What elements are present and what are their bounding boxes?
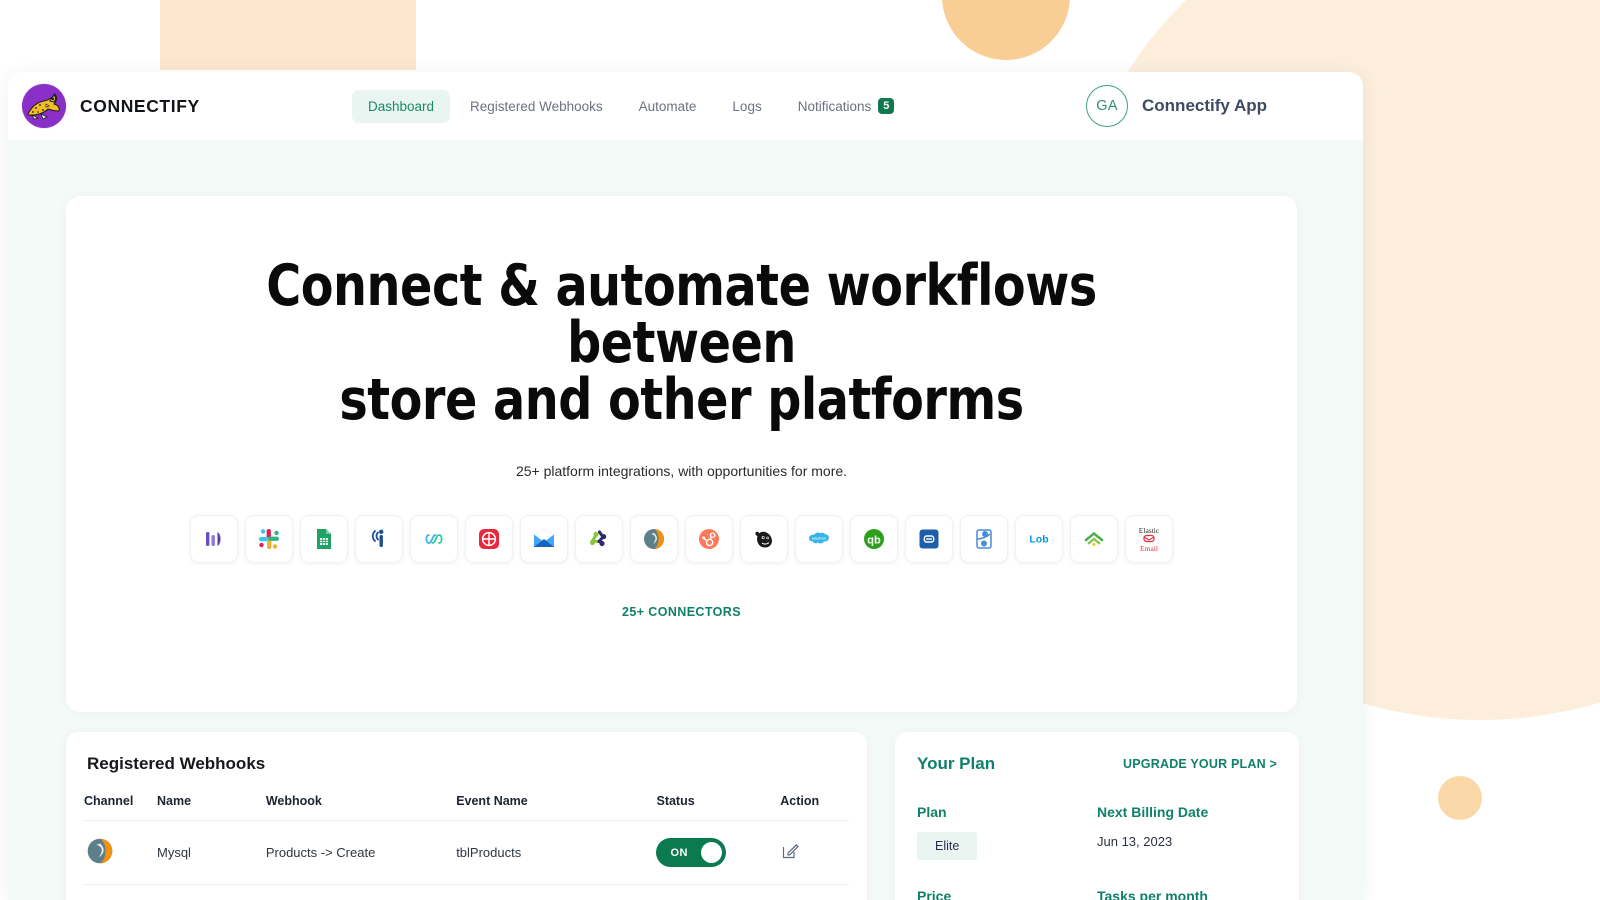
price-column: Price xyxy=(917,888,1097,900)
notifications-count-badge: 5 xyxy=(878,97,895,115)
user-menu[interactable]: GA Connectify App xyxy=(1086,85,1267,127)
cell-channel xyxy=(84,820,157,885)
registered-webhooks-panel: Registered Webhooks Channel Name Webhook… xyxy=(66,732,867,900)
nav-item-dashboard[interactable]: Dashboard xyxy=(352,89,451,123)
svg-text:Lob: Lob xyxy=(1029,534,1048,546)
table-row: Mysql Products -> Create tblProducts ON xyxy=(84,884,849,900)
edit-pencil-icon[interactable] xyxy=(780,844,800,864)
column-header-webhook: Webhook xyxy=(265,794,322,808)
pubnub-icon[interactable] xyxy=(355,515,403,563)
cell-webhook: Products -> Create xyxy=(265,820,457,885)
cell-action xyxy=(780,820,849,885)
integration-icons-grid: salesforce qb Lob Elastic Email xyxy=(182,515,1182,563)
page-title-line2: store and other platforms xyxy=(339,367,1024,433)
user-name: Connectify App xyxy=(1142,96,1267,115)
svg-text:salesforce: salesforce xyxy=(812,537,827,541)
lob-icon[interactable]: Lob xyxy=(1015,515,1063,563)
cell-channel xyxy=(84,884,157,900)
avatar: GA xyxy=(1086,85,1129,127)
hubspot-icon[interactable] xyxy=(685,515,733,563)
brevo-icon[interactable] xyxy=(960,515,1008,563)
cell-action xyxy=(780,884,849,900)
hero-card: Connect & automate workflows between sto… xyxy=(66,196,1297,712)
email-envelope-icon[interactable] xyxy=(520,515,568,563)
next-billing-date-value: Jun 13, 2023 xyxy=(1097,834,1173,849)
column-header-action: Action xyxy=(780,794,820,808)
top-navigation-bar: CONNECTIFY Dashboard Registered Webhooks… xyxy=(8,72,1363,140)
mysql-icon[interactable] xyxy=(630,515,678,563)
app-window: CONNECTIFY Dashboard Registered Webhooks… xyxy=(8,72,1363,900)
cell-event-name: tblProducts xyxy=(456,820,657,885)
mandrill-icon[interactable] xyxy=(465,515,513,563)
bottom-row: Registered Webhooks Channel Name Webhook… xyxy=(66,732,1299,900)
brand-name: CONNECTIFY xyxy=(80,95,200,116)
main-nav: Dashboard Registered Webhooks Automate L… xyxy=(352,89,910,124)
column-header-status: Status xyxy=(656,794,695,808)
mysql-icon xyxy=(84,838,116,870)
plan-header: Your Plan UPGRADE YOUR PLAN > xyxy=(917,754,1277,774)
cell-status: ON xyxy=(656,820,781,885)
nav-item-automate[interactable]: Automate xyxy=(623,90,713,123)
nav-item-notifications-label: Notifications xyxy=(797,98,872,114)
cell-name: Mysql xyxy=(157,820,266,885)
hero-subtitle: 25+ platform integrations, with opportun… xyxy=(515,463,848,479)
registered-webhooks-title: Registered Webhooks xyxy=(87,754,266,773)
plan-column: Plan Elite xyxy=(917,804,1097,860)
slack-icon[interactable] xyxy=(245,515,293,563)
upgrade-plan-link[interactable]: UPGRADE YOUR PLAN > xyxy=(1123,757,1277,771)
peach-arc-left xyxy=(160,0,416,70)
webhook-icon[interactable] xyxy=(575,515,623,563)
chain-link-icon[interactable] xyxy=(410,515,458,563)
sendgrid-icon[interactable] xyxy=(1070,515,1118,563)
column-header-event-name: Event Name xyxy=(456,794,528,808)
salesforce-icon[interactable]: salesforce xyxy=(795,515,843,563)
next-billing-date-label: Next Billing Date xyxy=(1097,804,1209,820)
brand[interactable]: CONNECTIFY xyxy=(22,84,352,128)
mailchimp-icon[interactable] xyxy=(740,515,788,563)
leopard-logo-icon xyxy=(22,84,66,128)
nav-item-registered-webhooks[interactable]: Registered Webhooks xyxy=(454,90,619,123)
table-header-row: Channel Name Webhook Event Name Status A… xyxy=(84,794,849,821)
quickbooks-icon[interactable]: qb xyxy=(850,515,898,563)
your-plan-panel: Your Plan UPGRADE YOUR PLAN > Plan Elite… xyxy=(895,732,1299,900)
svg-text:Elastic: Elastic xyxy=(1139,526,1160,535)
status-toggle[interactable]: ON xyxy=(656,838,727,867)
svg-text:qb: qb xyxy=(867,534,881,546)
toggle-knob xyxy=(701,842,723,863)
tasks-per-month-label: Tasks per month xyxy=(1097,888,1208,900)
orange-dot-small xyxy=(1438,776,1482,820)
plan-details-row-1: Plan Elite Next Billing Date Jun 13, 202… xyxy=(917,804,1277,860)
cell-name: Mysql xyxy=(157,884,266,900)
table-row: Mysql Products -> Create tblProducts ON xyxy=(84,820,849,885)
cell-status: ON xyxy=(656,884,781,900)
main-content: Connect & automate workflows between sto… xyxy=(8,140,1363,900)
page-title-line1: Connect & automate workflows between xyxy=(266,253,1097,376)
nav-item-notifications[interactable]: Notifications 5 xyxy=(782,89,911,124)
price-label: Price xyxy=(917,888,952,900)
plan-label: Plan xyxy=(917,804,947,820)
plan-title: Your Plan xyxy=(917,754,996,773)
tasks-column: Tasks per month xyxy=(1097,888,1277,900)
webhooks-table: Channel Name Webhook Event Name Status A… xyxy=(84,794,849,900)
google-sheets-icon[interactable] xyxy=(300,515,348,563)
cell-webhook: Products -> Create xyxy=(265,884,457,900)
column-header-channel: Channel xyxy=(84,794,134,808)
airtable-icon[interactable] xyxy=(190,515,238,563)
elastic-email-icon[interactable]: Elastic Email xyxy=(1125,515,1173,563)
activecampaign-icon[interactable] xyxy=(905,515,953,563)
page-title: Connect & automate workflows between sto… xyxy=(146,258,1216,429)
connectors-link[interactable]: 25+ CONNECTORS xyxy=(106,605,1257,619)
cell-event-name: tblProducts xyxy=(456,884,657,900)
svg-text:Email: Email xyxy=(1140,544,1158,553)
billing-column: Next Billing Date Jun 13, 2023 xyxy=(1097,804,1277,860)
orange-circle-top xyxy=(942,0,1070,60)
column-header-name: Name xyxy=(157,794,192,808)
status-toggle-label: ON xyxy=(670,846,688,859)
nav-item-logs[interactable]: Logs xyxy=(716,90,777,123)
plan-details-row-2: Price Tasks per month xyxy=(917,888,1277,900)
plan-badge: Elite xyxy=(917,832,978,860)
